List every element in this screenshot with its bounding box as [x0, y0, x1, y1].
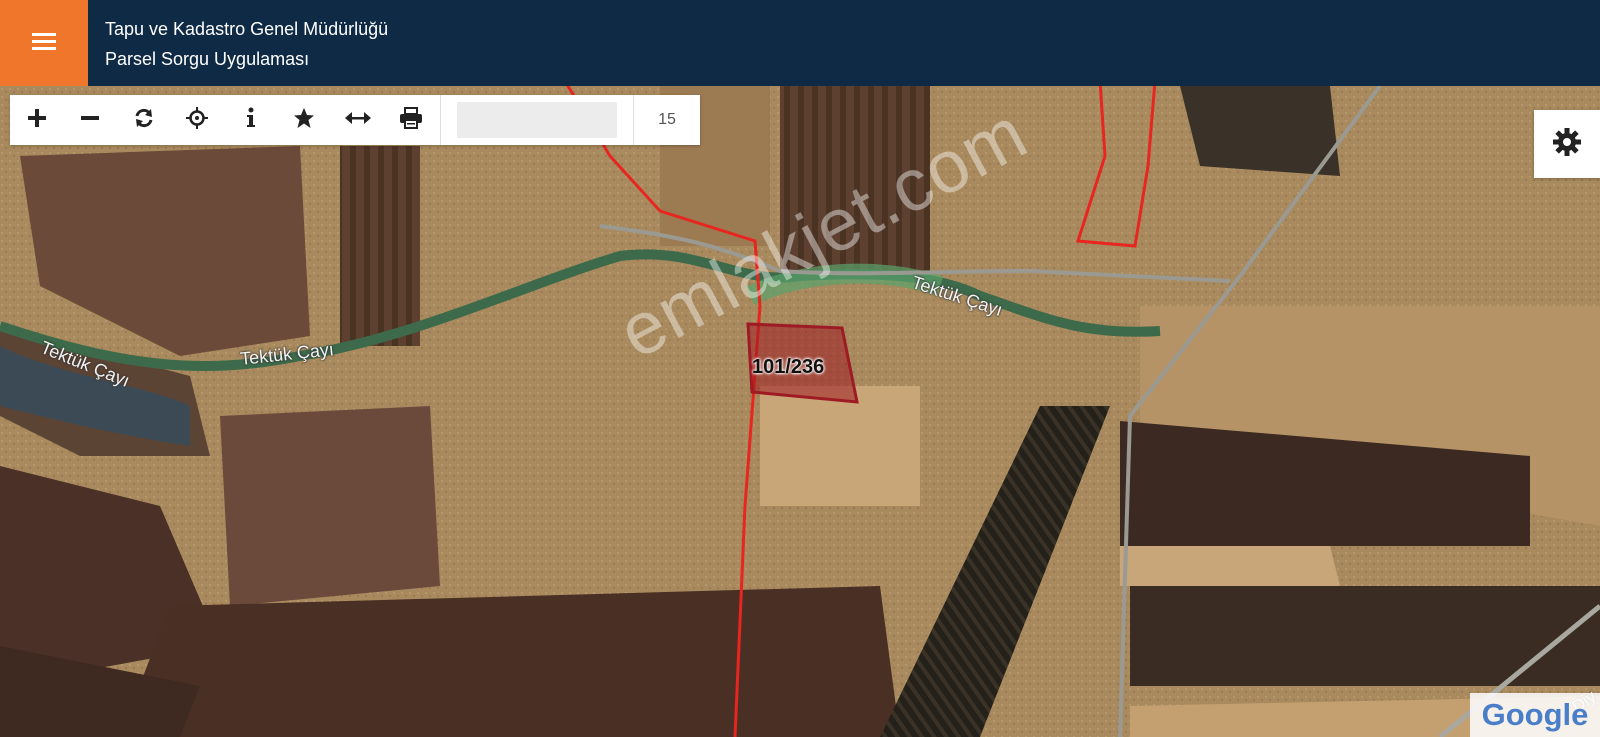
app-header: Tapu ve Kadastro Genel Müdürlüğü Parsel …	[0, 0, 1600, 86]
agency-title: Tapu ve Kadastro Genel Müdürlüğü	[105, 19, 389, 39]
favorite-button[interactable]	[278, 95, 332, 145]
google-logo: Google	[1470, 693, 1600, 737]
settings-button[interactable]	[1534, 110, 1600, 178]
field-top-right-dark	[1180, 86, 1340, 176]
map-toolbar: 15	[10, 95, 700, 145]
field-dark-right-2	[1130, 586, 1600, 686]
refresh-icon	[133, 107, 155, 134]
menu-button[interactable]	[0, 0, 88, 86]
info-icon	[245, 107, 257, 134]
parcel-number-label[interactable]: 101/236	[752, 356, 824, 379]
measure-button[interactable]	[331, 95, 385, 145]
locate-button[interactable]	[171, 95, 225, 145]
measure-icon	[344, 111, 371, 130]
map-view[interactable]: Tektük Çayı Tektük Çayı Tektük Çayı Diy	[0, 86, 1600, 737]
plus-icon	[27, 108, 47, 133]
info-button[interactable]	[224, 95, 278, 145]
app-subtitle: Parsel Sorgu Uygulaması	[105, 49, 310, 69]
crosshair-icon	[186, 106, 209, 134]
zoom-in-button[interactable]	[10, 95, 64, 145]
print-button[interactable]	[385, 95, 439, 145]
refresh-button[interactable]	[117, 95, 171, 145]
field-top-left-strips	[340, 146, 420, 346]
toolbar-divider	[440, 95, 441, 145]
app-titles: Tapu ve Kadastro Genel Müdürlüğü Parsel …	[105, 14, 388, 74]
field-bottom-large	[120, 586, 900, 737]
star-icon	[293, 107, 315, 134]
field-light-right2	[1120, 546, 1340, 586]
print-icon	[399, 106, 423, 134]
gear-icon	[1553, 127, 1581, 161]
google-logo-text: Google	[1481, 697, 1589, 732]
zoom-level-display: 15	[658, 111, 676, 128]
field-light-center	[760, 386, 920, 506]
zoom-out-button[interactable]	[64, 95, 118, 145]
minus-icon	[80, 108, 100, 133]
search-input[interactable]	[457, 102, 617, 138]
field-center-left	[220, 406, 440, 606]
hamburger-icon	[32, 31, 56, 56]
